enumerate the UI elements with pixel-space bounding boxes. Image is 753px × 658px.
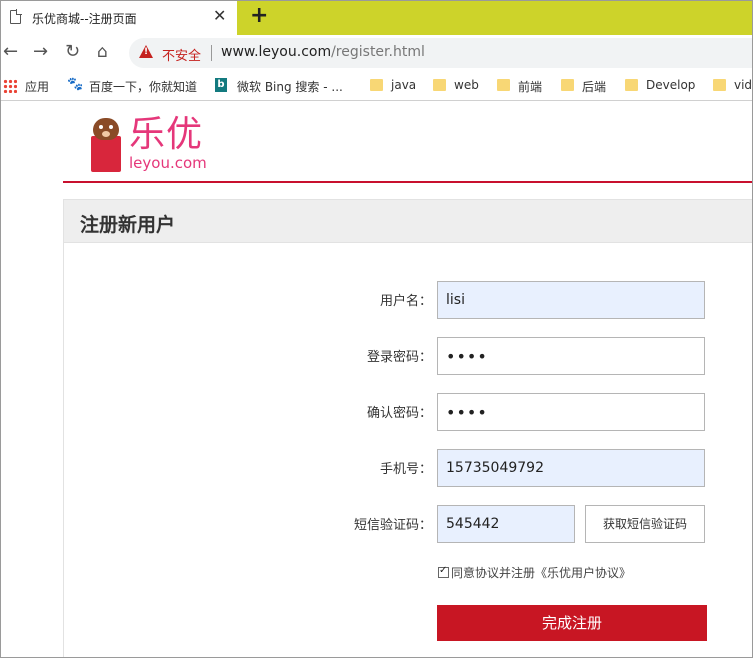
page-content: 乐优 leyou.com 注册新用户 用户名： 登录密码： 确认密码： 手机号：… xyxy=(1,102,752,657)
folder-icon xyxy=(561,79,574,91)
browser-window: 乐优商城--注册页面 ✕ + ← → ↻ ⌂ ! 不安全 www.leyou.c… xyxy=(0,0,753,658)
browser-tab[interactable]: 乐优商城--注册页面 ✕ xyxy=(1,1,237,35)
address-divider xyxy=(211,45,212,61)
browser-toolbar: ← → ↻ ⌂ ! 不安全 www.leyou.com/register.htm… xyxy=(1,35,752,71)
username-label: 用户名： xyxy=(379,294,432,309)
password-label: 登录密码： xyxy=(366,350,432,365)
bookmark-label: Develop xyxy=(646,78,696,92)
bookmark-label: 应用 xyxy=(25,80,50,94)
bookmark-label: java xyxy=(391,78,417,92)
phone-input[interactable] xyxy=(437,449,705,487)
bookmark-label: 后端 xyxy=(582,80,607,94)
bookmark-label: web xyxy=(454,78,479,92)
logo-text-cn: 乐优 xyxy=(129,114,204,155)
phone-label: 手机号： xyxy=(379,462,432,477)
panel-header: 注册新用户 xyxy=(64,199,752,243)
folder-icon xyxy=(497,79,510,91)
tab-title: 乐优商城--注册页面 xyxy=(32,12,137,26)
apps-icon xyxy=(3,79,17,93)
username-input[interactable] xyxy=(437,281,705,319)
bookmark-label: 百度一下，你就知道 xyxy=(89,80,198,94)
warning-icon: ! xyxy=(139,45,153,58)
url-text[interactable]: www.leyou.com/register.html xyxy=(221,44,425,60)
address-bar[interactable]: ! 不安全 www.leyou.com/register.html xyxy=(129,38,752,68)
tab-strip: 乐优商城--注册页面 ✕ + xyxy=(1,1,752,35)
shopping-bag-icon xyxy=(91,128,121,172)
register-panel: 注册新用户 用户名： 登录密码： 确认密码： 手机号： 短信验证码： 获取短信验… xyxy=(63,199,752,657)
folder-icon xyxy=(713,79,726,91)
baidu-icon: 🐾 xyxy=(67,77,84,92)
bookmark-label: 前端 xyxy=(518,80,543,94)
get-sms-code-button[interactable]: 获取短信验证码 xyxy=(585,505,705,543)
folder-icon xyxy=(625,79,638,91)
back-icon[interactable]: ← xyxy=(3,41,18,63)
security-label[interactable]: 不安全 xyxy=(162,45,201,64)
home-icon[interactable]: ⌂ xyxy=(97,41,108,63)
sms-code-input[interactable] xyxy=(437,505,575,543)
url-path: /register.html xyxy=(331,44,425,60)
site-logo[interactable]: 乐优 leyou.com xyxy=(89,114,219,176)
confirm-password-input[interactable] xyxy=(437,393,705,431)
password-input[interactable] xyxy=(437,337,705,375)
bookmark-label: 微软 Bing 搜索 - ... xyxy=(237,80,343,94)
new-tab-button[interactable]: + xyxy=(250,4,268,28)
close-tab-icon[interactable]: ✕ xyxy=(213,7,226,25)
page-title: 注册新用户 xyxy=(80,214,176,236)
bookmark-label: vid xyxy=(734,78,753,92)
page-icon xyxy=(10,9,22,24)
folder-icon xyxy=(433,79,446,91)
folder-icon xyxy=(370,79,383,91)
bookmarks-bar: 应用 🐾 百度一下，你就知道 b 微软 Bing 搜索 - ... java w… xyxy=(1,71,753,101)
url-host: www.leyou.com xyxy=(221,44,332,60)
submit-register-button[interactable]: 完成注册 xyxy=(437,605,707,641)
agree-checkbox[interactable] xyxy=(438,565,449,578)
agreement-text[interactable]: 同意协议并注册《乐优用户协议》 xyxy=(451,564,631,581)
forward-icon[interactable]: → xyxy=(33,41,48,63)
header-divider xyxy=(63,181,752,183)
sms-code-label: 短信验证码： xyxy=(353,518,432,533)
confirm-password-label: 确认密码： xyxy=(366,406,432,421)
reload-icon[interactable]: ↻ xyxy=(65,41,80,63)
logo-text-en: leyou.com xyxy=(129,154,207,172)
bing-icon: b xyxy=(215,78,227,92)
mascot-dog-icon xyxy=(93,118,119,140)
